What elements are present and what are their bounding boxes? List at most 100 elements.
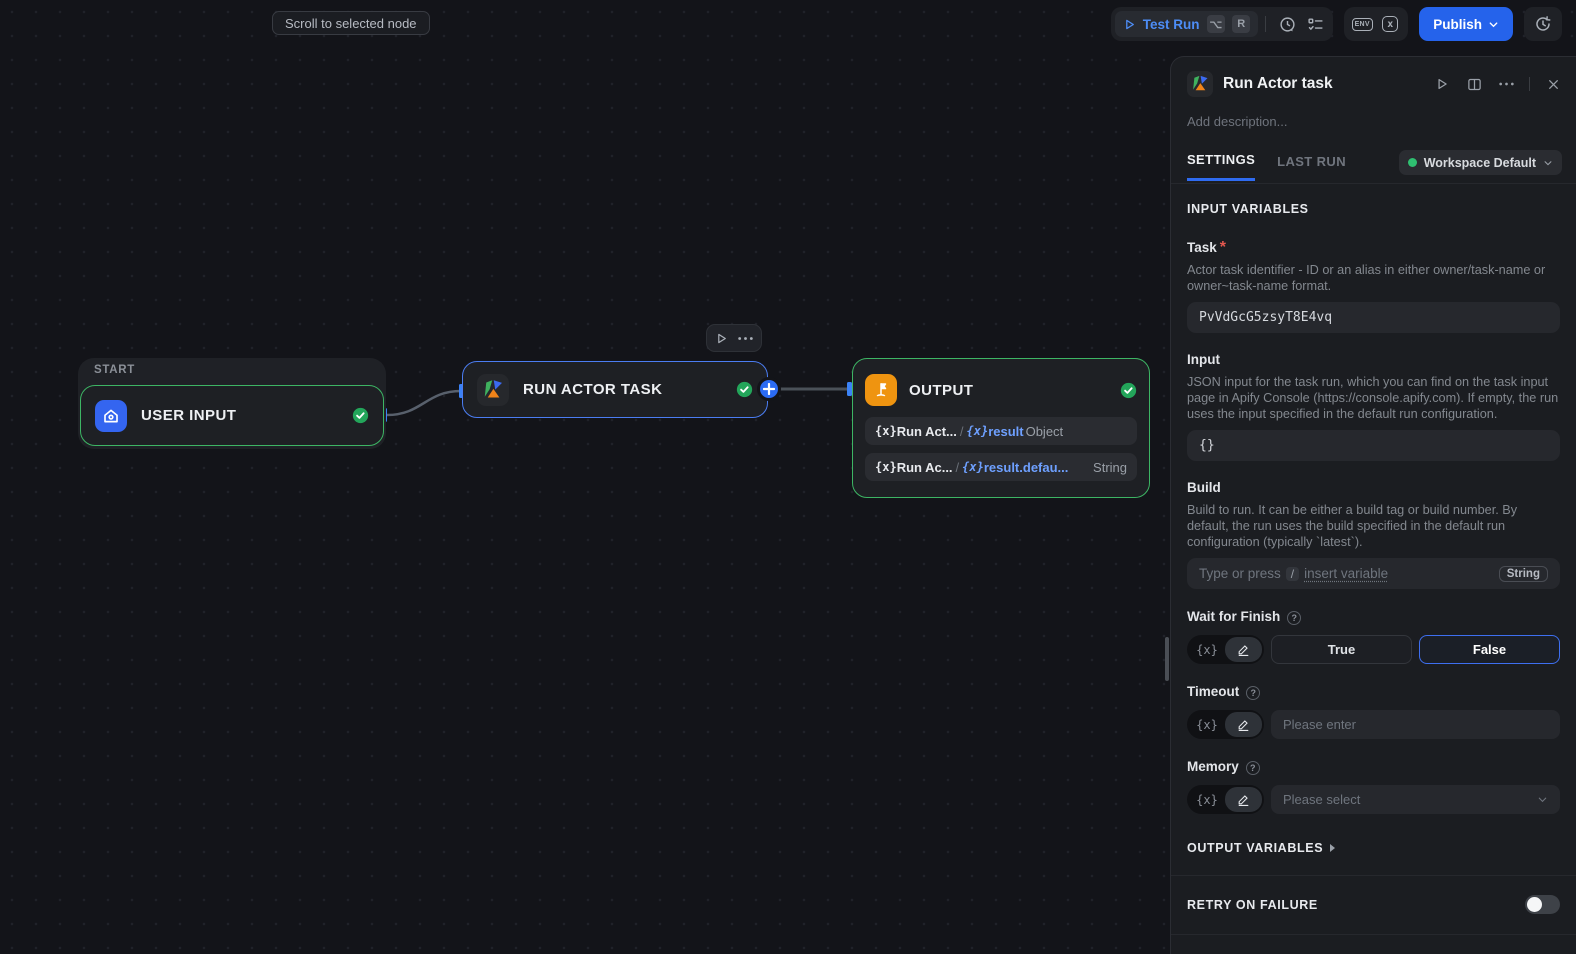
node-user-input[interactable]: USER INPUT (80, 385, 384, 446)
output-node-header: OUTPUT (865, 371, 1137, 409)
wait-true-button[interactable]: True (1271, 635, 1412, 664)
timeout-label: Timeout (1187, 684, 1240, 699)
home-icon (95, 399, 127, 432)
output-variables-heading: OUTPUT VARIABLES (1187, 841, 1324, 855)
variable-path: result (988, 423, 1024, 439)
test-run-label: Test Run (1142, 16, 1200, 32)
node-output[interactable]: OUTPUT {x} Run Act... / {x} result Object {x}… (852, 358, 1150, 498)
toggle-knob (1527, 897, 1542, 912)
task-value: PvVdGcG5zsyT8E4vq (1199, 310, 1333, 325)
section-divider (1171, 934, 1576, 935)
chevron-down-icon (1489, 21, 1498, 27)
publish-button[interactable]: Publish (1419, 7, 1513, 41)
chevron-down-icon (1538, 797, 1547, 803)
json-input-value: {} (1199, 438, 1215, 453)
description-input[interactable]: Add description... (1187, 114, 1562, 129)
edit-mode-button[interactable] (1225, 787, 1262, 812)
close-icon (1548, 79, 1558, 89)
pencil-icon (1238, 795, 1249, 806)
tab-settings[interactable]: SETTINGS (1187, 152, 1256, 181)
panel-docs-button[interactable] (1465, 75, 1483, 93)
task-input[interactable]: PvVdGcG5zsyT8E4vq (1187, 302, 1560, 333)
chevron-down-icon (1544, 160, 1552, 165)
memory-select[interactable]: Please select (1271, 785, 1560, 814)
variable-icon: {x} (875, 460, 897, 474)
path-separator: / (959, 423, 964, 439)
node-title: USER INPUT (141, 407, 237, 424)
panel-more-button[interactable] (1497, 75, 1515, 93)
wait-for-finish-label: Wait for Finish (1187, 609, 1281, 624)
variable-mode-button[interactable]: {x} (1189, 793, 1225, 807)
scroll-to-selected-node-button[interactable]: Scroll to selected node (272, 11, 430, 35)
env-icon: ENV (1351, 17, 1373, 31)
workspace-selector[interactable]: Workspace Default (1398, 150, 1562, 175)
panel-play-button[interactable] (1433, 75, 1451, 93)
node-play-icon[interactable] (715, 332, 728, 345)
success-check-icon (1120, 382, 1137, 398)
publish-label: Publish (1433, 16, 1482, 32)
panel-tabs: SETTINGS LAST RUN Workspace Default (1187, 150, 1562, 183)
input-variables-heading: INPUT VARIABLES (1187, 202, 1309, 216)
edit-mode-button[interactable] (1225, 712, 1262, 737)
variable-type: Object (1025, 423, 1064, 439)
tab-last-run[interactable]: LAST RUN (1277, 154, 1346, 180)
node-run-actor-task[interactable]: RUN ACTOR TASK (462, 361, 768, 418)
output-variable-row[interactable]: {x} Run Act... / {x} result Object (865, 417, 1137, 445)
value-mode-toggle: {x} (1187, 635, 1264, 664)
env-button[interactable]: ENV (1348, 11, 1376, 37)
flag-icon (865, 374, 897, 406)
variable-path: result.defau... (983, 459, 1069, 475)
node-title: OUTPUT (909, 381, 974, 399)
required-asterisk: * (1219, 239, 1227, 256)
variable-type: String (1093, 459, 1127, 475)
node-more-icon[interactable] (738, 336, 753, 341)
apify-logo-icon (1187, 71, 1213, 97)
output-variables-toggle[interactable]: OUTPUT VARIABLES (1187, 841, 1560, 855)
book-icon (1467, 78, 1481, 90)
version-history-button[interactable] (1524, 7, 1562, 41)
build-placeholder: Type or press (1199, 566, 1281, 581)
section-divider (1171, 875, 1576, 876)
variable-mode-button[interactable]: {x} (1189, 643, 1225, 657)
success-check-icon (736, 381, 753, 398)
variable-x-icon: x (1382, 16, 1399, 32)
more-icon (1498, 82, 1514, 86)
plus-icon (763, 383, 775, 395)
panel-scrollbar[interactable] (1165, 637, 1169, 681)
test-run-button[interactable]: Test Run ⌥ R (1114, 11, 1259, 37)
edit-mode-button[interactable] (1225, 637, 1262, 662)
retry-toggle[interactable] (1525, 895, 1560, 914)
chevron-right-icon (1330, 844, 1336, 852)
env-group: ENV x (1344, 7, 1409, 41)
run-history-button[interactable] (1273, 11, 1301, 37)
variable-mode-button[interactable]: {x} (1189, 718, 1225, 732)
clock-run-icon (1280, 16, 1295, 32)
variable-icon: {x} (875, 424, 897, 438)
variable-source: Run Act... (896, 423, 957, 439)
memory-placeholder: Please select (1283, 792, 1361, 807)
retry-on-failure-heading: RETRY ON FAILURE (1187, 897, 1318, 912)
run-group: Test Run ⌥ R (1110, 7, 1334, 41)
pencil-icon (1238, 645, 1249, 656)
timeout-input[interactable]: Please enter (1271, 710, 1560, 739)
build-input[interactable]: Type or press / insert variable String (1187, 558, 1560, 589)
variable-icon-blue: {x} (962, 460, 984, 474)
help-icon[interactable]: ? (1246, 686, 1261, 700)
type-badge: String (1498, 565, 1548, 582)
output-variable-row[interactable]: {x} Run Ac... / {x} result.defau... String (865, 453, 1137, 481)
variables-button[interactable]: x (1376, 11, 1404, 37)
panel-title: Run Actor task (1223, 75, 1333, 92)
task-label: Task (1187, 240, 1217, 255)
help-icon[interactable]: ? (1245, 761, 1260, 775)
workspace-label: Workspace Default (1423, 155, 1536, 170)
task-description: Actor task identifier - ID or an alias i… (1187, 263, 1546, 293)
panel-close-button[interactable] (1544, 75, 1562, 93)
add-next-node-button[interactable] (757, 377, 781, 401)
top-toolbar: Test Run ⌥ R ENV x Publish (1110, 7, 1562, 41)
checklist-button[interactable] (1301, 11, 1329, 37)
wait-false-button[interactable]: False (1419, 635, 1560, 664)
help-icon[interactable]: ? (1287, 611, 1302, 625)
checklist-icon (1308, 17, 1323, 30)
json-input[interactable]: {} (1187, 430, 1560, 461)
path-separator: / (955, 459, 960, 475)
